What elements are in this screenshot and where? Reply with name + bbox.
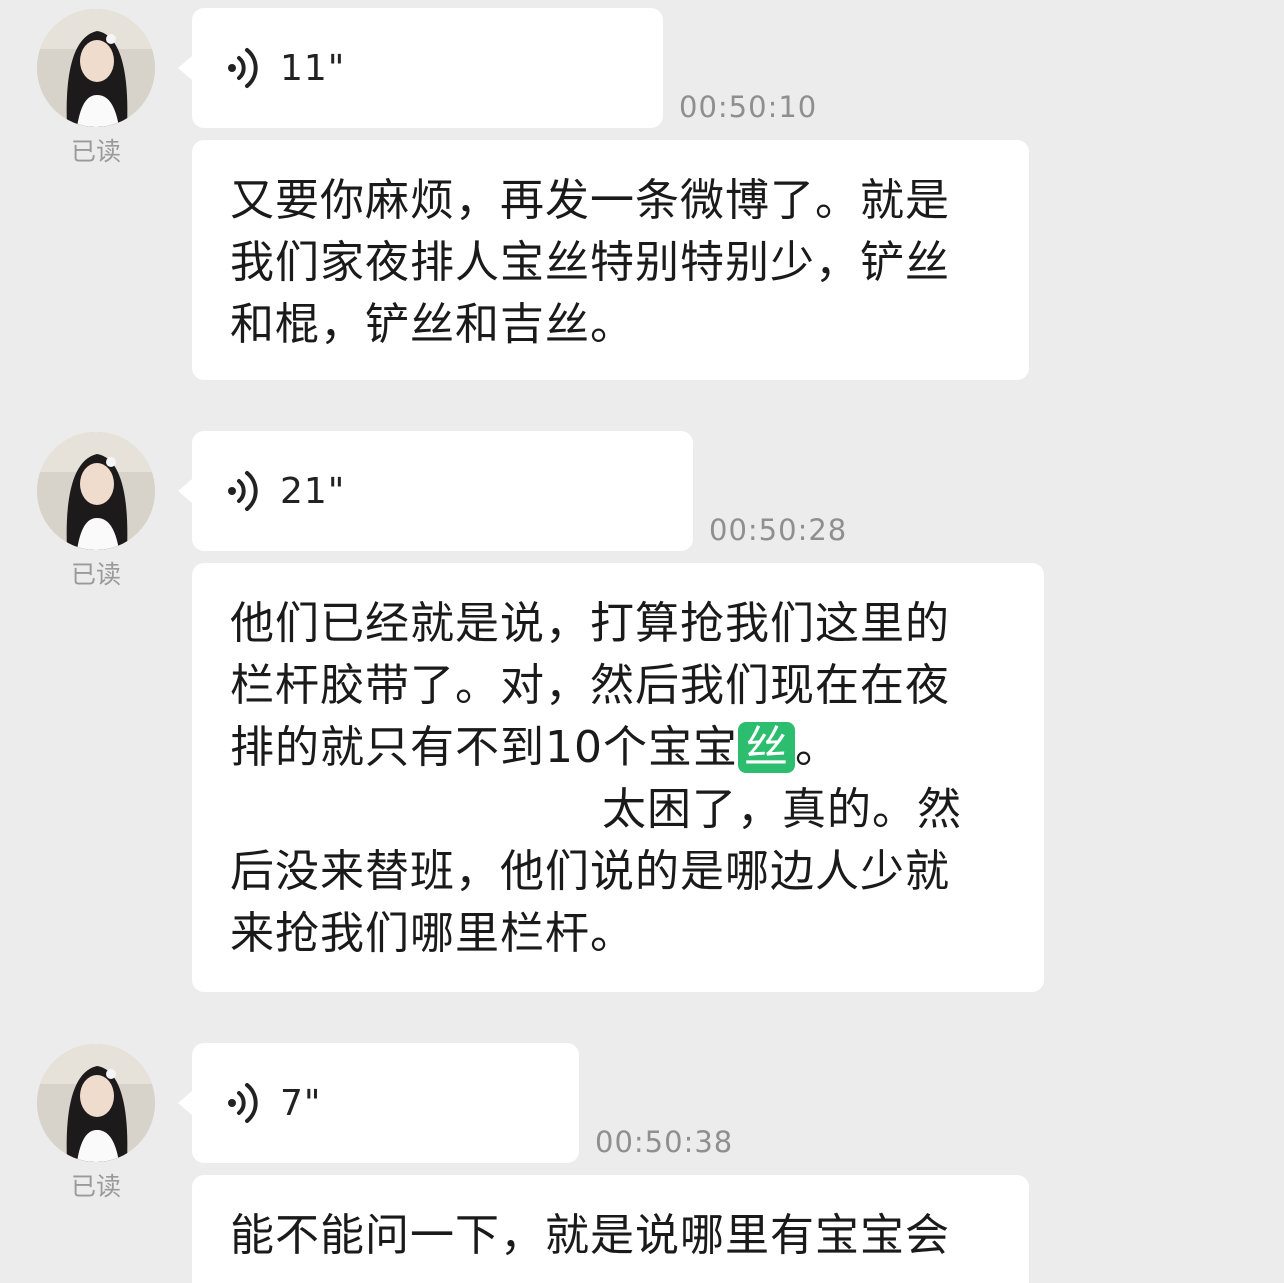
message-timestamp: 00:50:10 — [679, 90, 818, 124]
avatar[interactable] — [37, 432, 155, 550]
transcript-line: 又要你麻烦，再发一条微博了。就是 — [230, 175, 950, 226]
transcript-line: 栏杆胶带了。对，然后我们现在在夜 — [230, 660, 950, 711]
read-status: 已读 — [70, 1172, 121, 1201]
voice-message-bubble[interactable]: 7" — [178, 1043, 579, 1163]
transcript-bubble[interactable]: 他们已经就是说，打算抢我们这里的 栏杆胶带了。对，然后我们现在在夜 排的就只有不… — [192, 563, 1044, 992]
transcript-line: 和棍，铲丝和吉丝。 — [230, 299, 635, 350]
message-timestamp: 00:50:28 — [709, 513, 848, 547]
avatar[interactable] — [37, 9, 155, 127]
transcript-text: 。 — [795, 722, 840, 773]
transcript-text: 排的就只有不到10个宝宝 — [230, 722, 738, 773]
avatar[interactable] — [37, 1044, 155, 1162]
transcript-bubble[interactable]: 能不能问一下，就是说哪里有宝宝会 — [192, 1175, 1029, 1283]
transcript-line: 太困了，真的。然 — [230, 779, 1008, 841]
avatar-photo — [37, 432, 155, 550]
read-status: 已读 — [70, 137, 121, 166]
transcript-bubble[interactable]: 又要你麻烦，再发一条微博了。就是 我们家夜排人宝丝特别特别少，铲丝 和棍，铲丝和… — [192, 140, 1029, 380]
message-timestamp: 00:50:38 — [595, 1125, 734, 1159]
read-status: 已读 — [70, 560, 121, 589]
voice-message-bubble[interactable]: 21" — [178, 431, 693, 551]
voice-wave-icon — [228, 1083, 258, 1123]
transcript-line: 后没来替班，他们说的是哪边人少就 — [230, 846, 950, 897]
voice-duration: 21" — [280, 470, 346, 512]
transcript-line: 他们已经就是说，打算抢我们这里的 — [230, 598, 950, 649]
voice-duration: 7" — [280, 1082, 322, 1124]
highlighted-word[interactable]: 丝 — [738, 722, 795, 773]
voice-message-bubble[interactable]: 11" — [178, 8, 663, 128]
transcript-line: 能不能问一下，就是说哪里有宝宝会 — [230, 1210, 950, 1261]
voice-wave-icon — [228, 471, 258, 511]
transcript-text: 太困了，真的。然 — [602, 784, 962, 835]
avatar-photo — [37, 1044, 155, 1162]
voice-wave-icon — [228, 48, 258, 88]
avatar-photo — [37, 9, 155, 127]
transcript-line: 排的就只有不到10个宝宝丝。 — [230, 717, 1008, 779]
transcript-line: 我们家夜排人宝丝特别特别少，铲丝 — [230, 237, 950, 288]
voice-duration: 11" — [280, 47, 346, 89]
transcript-line: 来抢我们哪里栏杆。 — [230, 908, 635, 959]
